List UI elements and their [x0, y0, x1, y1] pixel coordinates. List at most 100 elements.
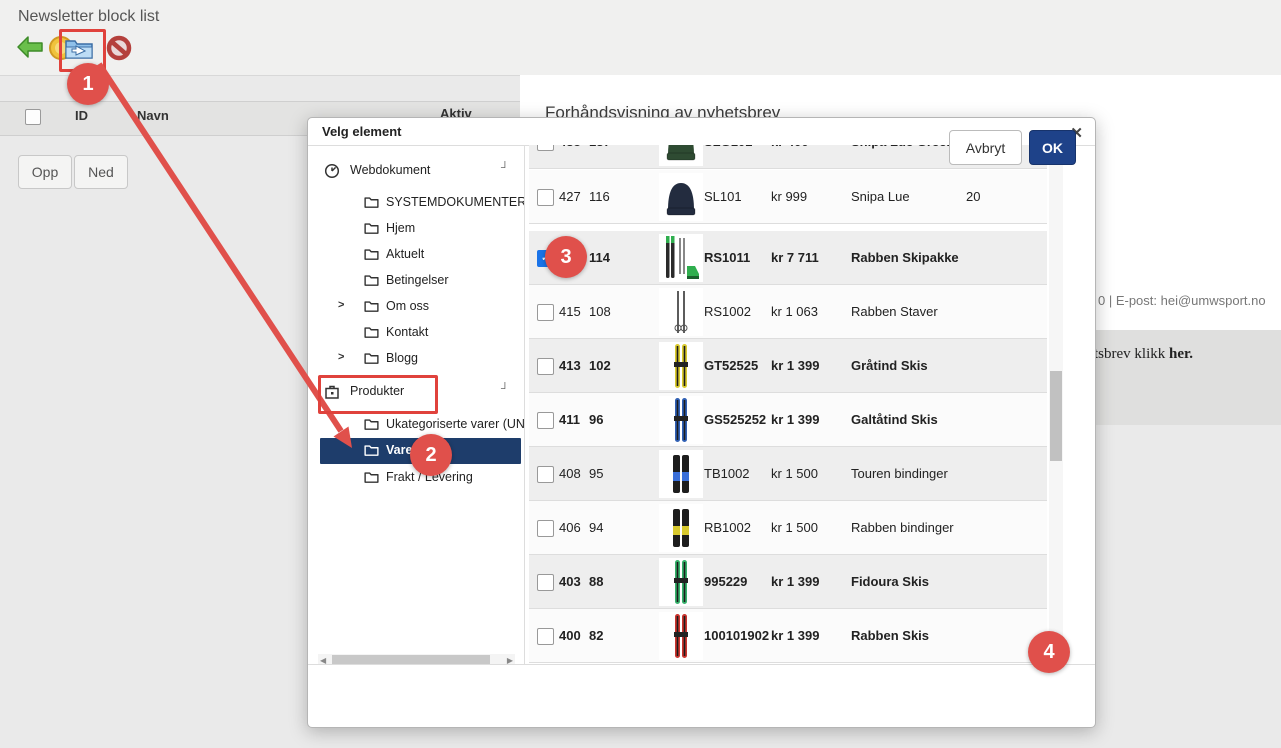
product-sku: SL101 — [704, 189, 742, 204]
folder-icon — [364, 273, 380, 289]
annotation-step-2: 2 — [410, 434, 452, 476]
tree-item-label: Hjem — [386, 221, 415, 235]
row-checkbox[interactable] — [537, 189, 554, 206]
product-image-skis — [659, 396, 703, 444]
scroll-right-icon[interactable]: ▶ — [507, 656, 513, 664]
product-image-bindings — [659, 450, 703, 498]
product-sku: TB1002 — [704, 466, 750, 481]
product-price: kr 999 — [771, 189, 807, 204]
product-row[interactable]: 40694RB1002kr 1 500Rabben bindinger — [529, 501, 1047, 555]
product-pid: 116 — [589, 189, 610, 204]
block-button[interactable] — [106, 35, 134, 63]
product-image-beanie — [659, 145, 703, 166]
row-checkbox[interactable] — [537, 304, 554, 321]
scroll-left-icon[interactable]: ◀ — [320, 656, 326, 664]
tree-item-om-oss[interactable]: >Om oss — [320, 294, 521, 320]
tree-item-ukategoriserte-varer-uni-v3[interactable]: Ukategoriserte varer (UNI V3 — [320, 412, 521, 438]
annotation-step-4: 4 — [1028, 631, 1070, 673]
product-pid: 88 — [589, 574, 603, 589]
move-up-button[interactable]: Opp — [18, 155, 72, 189]
row-checkbox[interactable] — [537, 145, 554, 151]
product-row[interactable]: 427116SL101kr 999Snipa Lue20 — [529, 170, 1047, 224]
product-image-skis — [659, 342, 703, 390]
tree-horizontal-scrollbar[interactable]: ◀▶ — [318, 654, 515, 664]
product-price: kr 1 399 — [771, 628, 819, 643]
product-name: Snipa Lue — [851, 189, 910, 204]
product-sku: SLG101 — [704, 145, 752, 149]
product-price: kr 1 399 — [771, 574, 819, 589]
row-checkbox[interactable] — [537, 466, 554, 483]
product-row[interactable]: 403 88 995229 kr 1 399 Fidoura Skis — [529, 555, 1047, 609]
product-pid: 94 — [589, 520, 603, 535]
product-row[interactable]: ✓114RS1011kr 7 711Rabben Skipakke — [529, 231, 1047, 285]
product-id: 438 — [559, 145, 581, 149]
product-row[interactable]: 413102GT52525kr 1 399Gråtind Skis — [529, 339, 1047, 393]
page-header-strip — [0, 0, 1281, 76]
product-pid: 102 — [589, 358, 611, 373]
globe-icon — [324, 163, 340, 179]
cancel-button[interactable]: Avbryt — [949, 130, 1022, 165]
product-pid: 137 — [589, 145, 611, 149]
back-arrow-icon — [16, 47, 44, 64]
tree-item-label: Betingelser — [386, 273, 449, 287]
product-name: Fidoura Skis — [851, 574, 929, 589]
product-row[interactable]: 415108RS1002kr 1 063Rabben Staver — [529, 285, 1047, 339]
folder-icon — [364, 443, 380, 459]
folder-icon — [364, 221, 380, 237]
vertical-scrollbar[interactable]: ▲ ▼ — [1049, 145, 1063, 664]
ok-button[interactable]: OK — [1029, 130, 1076, 165]
product-name: Rabben Staver — [851, 304, 938, 319]
tree-item-hjem[interactable]: Hjem — [320, 216, 521, 242]
product-sku: RS1011 — [704, 250, 750, 265]
product-name: Gråtind Skis — [851, 358, 928, 373]
row-checkbox[interactable] — [537, 520, 554, 537]
product-id: 411 — [559, 412, 580, 427]
product-image-package — [659, 234, 703, 282]
expand-corner-icon[interactable]: ┘ — [501, 162, 509, 174]
folder-icon — [364, 470, 380, 486]
back-button[interactable] — [16, 34, 44, 62]
tree-item-label: Kontakt — [386, 325, 428, 339]
expand-corner-icon[interactable]: ┘ — [501, 383, 509, 395]
tree-item-kontakt[interactable]: Kontakt — [320, 320, 521, 346]
row-checkbox[interactable] — [537, 358, 554, 375]
product-sku: 995229 — [704, 574, 747, 589]
product-price: kr 1 399 — [771, 358, 819, 373]
product-row[interactable]: 40895TB1002kr 1 500Touren bindinger — [529, 447, 1047, 501]
tree-item-systemdokumenter[interactable]: SYSTEMDOKUMENTER — [320, 190, 521, 216]
product-id: 415 — [559, 304, 581, 319]
chevron-right-icon[interactable]: > — [338, 351, 344, 363]
product-pid: 95 — [589, 466, 603, 481]
product-price: kr 1 399 — [771, 412, 819, 427]
tree-item-aktuelt[interactable]: Aktuelt — [320, 242, 521, 268]
select-all-checkbox[interactable] — [25, 109, 41, 125]
preview-body-link[interactable]: her. — [1169, 346, 1193, 362]
product-name: Snipa Lue Green — [851, 145, 954, 149]
row-checkbox[interactable] — [537, 628, 554, 645]
product-sku: RS1002 — [704, 304, 751, 319]
block-icon — [106, 48, 132, 65]
column-header-navn: Navn — [137, 108, 169, 123]
product-id: 413 — [559, 358, 581, 373]
tree-item-label: Blogg — [386, 351, 418, 365]
product-id: 400 — [559, 628, 581, 643]
product-id: 403 — [559, 574, 581, 589]
product-name: Galtåtind Skis — [851, 412, 938, 427]
product-row[interactable]: 40082100101902kr 1 399Rabben Skis — [529, 609, 1047, 663]
tree-item-betingelser[interactable]: Betingelser — [320, 268, 521, 294]
product-name: Touren bindinger — [851, 466, 948, 481]
folder-icon — [364, 195, 380, 211]
row-checkbox[interactable] — [537, 574, 554, 591]
tree-item-webdokument[interactable]: Webdokument┘ — [320, 158, 521, 184]
product-name: Rabben bindinger — [851, 520, 954, 535]
product-sku: RB1002 — [704, 520, 751, 535]
tree-item-blogg[interactable]: > Blogg — [320, 346, 521, 372]
scrollbar-thumb[interactable] — [1050, 371, 1062, 461]
move-down-button[interactable]: Ned — [74, 155, 128, 189]
product-sku: 100101902 — [704, 628, 769, 643]
chevron-right-icon[interactable]: > — [338, 299, 344, 311]
tree-scrollbar-thumb[interactable] — [332, 655, 490, 664]
row-checkbox[interactable] — [537, 412, 554, 429]
product-row[interactable]: 41196GS525252kr 1 399Galtåtind Skis — [529, 393, 1047, 447]
folder-icon — [364, 299, 380, 315]
